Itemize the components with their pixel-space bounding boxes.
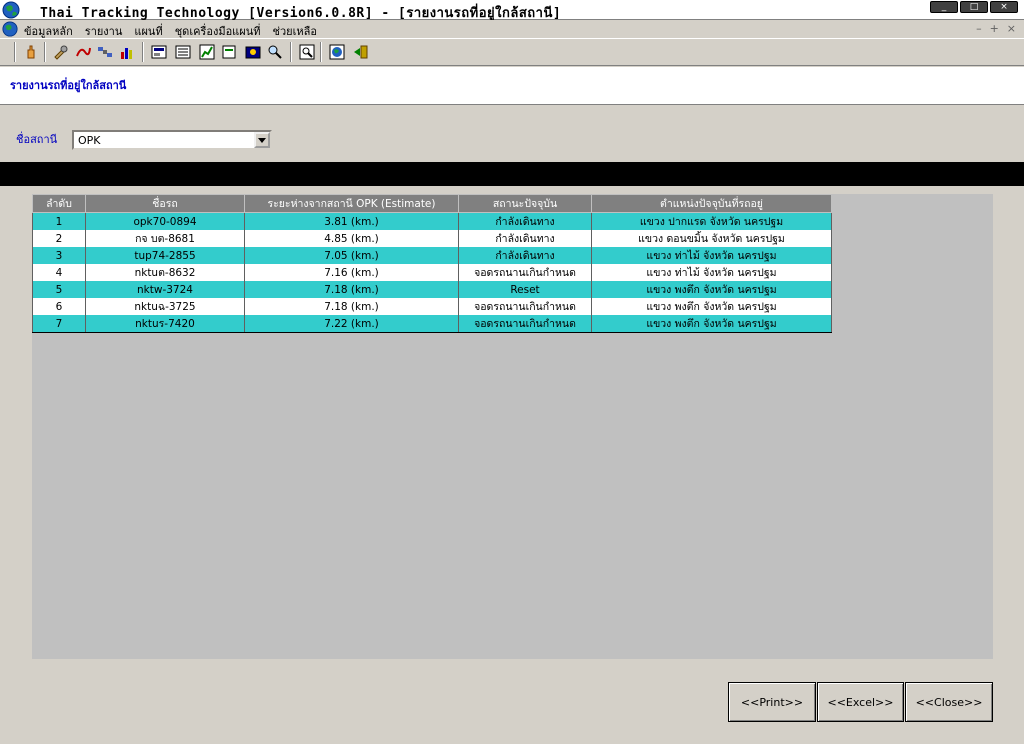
column-header-no[interactable]: ลำดับ bbox=[32, 194, 86, 213]
table-row[interactable]: 6 nktuฉ-3725 7.18 (km.) จอดรถนานเกินกำหน… bbox=[32, 298, 832, 315]
zoom-icon[interactable] bbox=[298, 43, 316, 61]
cell-no: 3 bbox=[32, 247, 86, 264]
page-title: รายงานรถที่อยู่ใกล้สถานี bbox=[10, 79, 127, 92]
cell-status: กำลังเดินทาง bbox=[458, 230, 592, 247]
cell-location: แขวง พงตึก จังหวัด นครปฐม bbox=[591, 315, 832, 333]
print-button[interactable]: <<Print>> bbox=[728, 682, 816, 722]
station-label: ชื่อสถานี bbox=[16, 133, 58, 146]
map-icon[interactable] bbox=[150, 43, 168, 61]
toolbar-separator bbox=[14, 42, 16, 62]
table-row[interactable]: 3 tup74-2855 7.05 (km.) กำลังเดินทาง แขว… bbox=[32, 247, 832, 264]
document-icon[interactable] bbox=[220, 43, 238, 61]
cell-status: กำลังเดินทาง bbox=[458, 247, 592, 264]
satellite-icon[interactable] bbox=[96, 43, 114, 61]
mdi-close-button[interactable]: × bbox=[1007, 22, 1016, 35]
search-car-icon[interactable] bbox=[266, 43, 284, 61]
cell-no: 6 bbox=[32, 298, 86, 315]
globe-toolbar-icon[interactable] bbox=[328, 43, 346, 61]
toolbar-separator bbox=[44, 42, 46, 62]
graph-icon[interactable] bbox=[198, 43, 216, 61]
toolbar bbox=[0, 38, 1024, 66]
cell-distance: 7.18 (km.) bbox=[244, 298, 459, 315]
window-titlebar: Thai Tracking Technology [Version6.0.8R]… bbox=[0, 0, 1024, 21]
exit-icon[interactable] bbox=[352, 43, 370, 61]
table-row[interactable]: 7 nktuร-7420 7.22 (km.) จอดรถนานเกินกำหน… bbox=[32, 315, 832, 333]
cell-vehicle: nktuร-7420 bbox=[85, 315, 245, 333]
window-controls: _ □ × bbox=[930, 1, 1020, 15]
app-globe-icon[interactable] bbox=[2, 21, 18, 37]
tools-icon[interactable] bbox=[52, 43, 70, 61]
cell-distance: 7.22 (km.) bbox=[244, 315, 459, 333]
cell-location: แขวง พงตึก จังหวัด นครปฐม bbox=[591, 281, 832, 298]
close-window-button[interactable]: × bbox=[990, 1, 1018, 13]
report-icon[interactable] bbox=[174, 43, 192, 61]
cell-vehicle: tup74-2855 bbox=[85, 247, 245, 264]
mdi-minimize-button[interactable]: – bbox=[976, 22, 982, 35]
hand-icon[interactable] bbox=[22, 43, 40, 61]
station-select-value: OPK bbox=[78, 134, 101, 147]
page-header: รายงานรถที่อยู่ใกล้สถานี bbox=[0, 67, 1024, 105]
cell-status: จอดรถนานเกินกำหนด bbox=[458, 298, 592, 315]
results-grid-area: ลำดับ ชื่อรถ ระยะห่างจากสถานี OPK (Estim… bbox=[32, 194, 993, 659]
cell-location: แขวง พงตึก จังหวัด นครปฐม bbox=[591, 298, 832, 315]
menu-bar: ข้อมูลหลัก รายงาน แผนที่ ชุดเครื่องมือแผ… bbox=[0, 20, 1024, 38]
cell-distance: 4.85 (km.) bbox=[244, 230, 459, 247]
cell-vehicle: opk70-0894 bbox=[85, 212, 245, 230]
cell-no: 7 bbox=[32, 315, 86, 333]
column-header-location[interactable]: ตำแหน่งปัจจุบันที่รถอยู่ bbox=[591, 194, 832, 213]
cell-vehicle: nktuฉ-3725 bbox=[85, 298, 245, 315]
mdi-controls: – + × bbox=[976, 22, 1016, 35]
cell-no: 4 bbox=[32, 264, 86, 281]
divider-bar bbox=[0, 162, 1024, 186]
results-table: ลำดับ ชื่อรถ ระยะห่างจากสถานี OPK (Estim… bbox=[32, 194, 832, 333]
toolbar-separator bbox=[290, 42, 292, 62]
camera-icon[interactable] bbox=[244, 43, 262, 61]
excel-button[interactable]: <<Excel>> bbox=[817, 682, 904, 722]
column-header-distance[interactable]: ระยะห่างจากสถานี OPK (Estimate) bbox=[244, 194, 459, 213]
toolbar-separator bbox=[142, 42, 144, 62]
cell-location: แขวง ท่าไม้ จังหวัด นครปฐม bbox=[591, 247, 832, 264]
globe-icon bbox=[2, 1, 20, 19]
mdi-restore-button[interactable]: + bbox=[990, 22, 999, 35]
cell-status: กำลังเดินทาง bbox=[458, 212, 592, 230]
column-header-status[interactable]: สถานะปัจจุบัน bbox=[458, 194, 592, 213]
route-icon[interactable] bbox=[74, 43, 92, 61]
minimize-button[interactable]: _ bbox=[930, 1, 958, 13]
table-row[interactable]: 5 nktw-3724 7.18 (km.) Reset แขวง พงตึก … bbox=[32, 281, 832, 298]
chevron-down-icon[interactable] bbox=[254, 132, 270, 148]
cell-distance: 7.05 (km.) bbox=[244, 247, 459, 264]
table-row[interactable]: 2 กจ บต-8681 4.85 (km.) กำลังเดินทาง แขว… bbox=[32, 230, 832, 247]
cell-location: แขวง ปากแรด จังหวัด นครปฐม bbox=[591, 212, 832, 230]
maximize-button[interactable]: □ bbox=[960, 1, 988, 13]
cell-distance: 7.18 (km.) bbox=[244, 281, 459, 298]
cell-location: แขวง ท่าไม้ จังหวัด นครปฐม bbox=[591, 264, 832, 281]
cell-vehicle: nktw-3724 bbox=[85, 281, 245, 298]
table-header-row: ลำดับ ชื่อรถ ระยะห่างจากสถานี OPK (Estim… bbox=[32, 194, 832, 213]
cell-status: จอดรถนานเกินกำหนด bbox=[458, 315, 592, 333]
cell-distance: 7.16 (km.) bbox=[244, 264, 459, 281]
table-row[interactable]: 1 opk70-0894 3.81 (km.) กำลังเดินทาง แขว… bbox=[32, 212, 832, 230]
toolbar-separator bbox=[320, 42, 322, 62]
cell-vehicle: กจ บต-8681 bbox=[85, 230, 245, 247]
cell-location: แขวง ดอนขมิ้น จังหวัด นครปฐม bbox=[591, 230, 832, 247]
cell-status: จอดรถนานเกินกำหนด bbox=[458, 264, 592, 281]
cell-status: Reset bbox=[458, 281, 592, 298]
cell-vehicle: nktuต-8632 bbox=[85, 264, 245, 281]
cell-distance: 3.81 (km.) bbox=[244, 212, 459, 230]
cell-no: 1 bbox=[32, 212, 86, 230]
close-button[interactable]: <<Close>> bbox=[905, 682, 993, 722]
cell-no: 5 bbox=[32, 281, 86, 298]
table-row[interactable]: 4 nktuต-8632 7.16 (km.) จอดรถนานเกินกำหน… bbox=[32, 264, 832, 281]
chart-icon[interactable] bbox=[118, 43, 136, 61]
column-header-vehicle[interactable]: ชื่อรถ bbox=[85, 194, 245, 213]
station-select[interactable]: OPK bbox=[72, 130, 272, 150]
cell-no: 2 bbox=[32, 230, 86, 247]
